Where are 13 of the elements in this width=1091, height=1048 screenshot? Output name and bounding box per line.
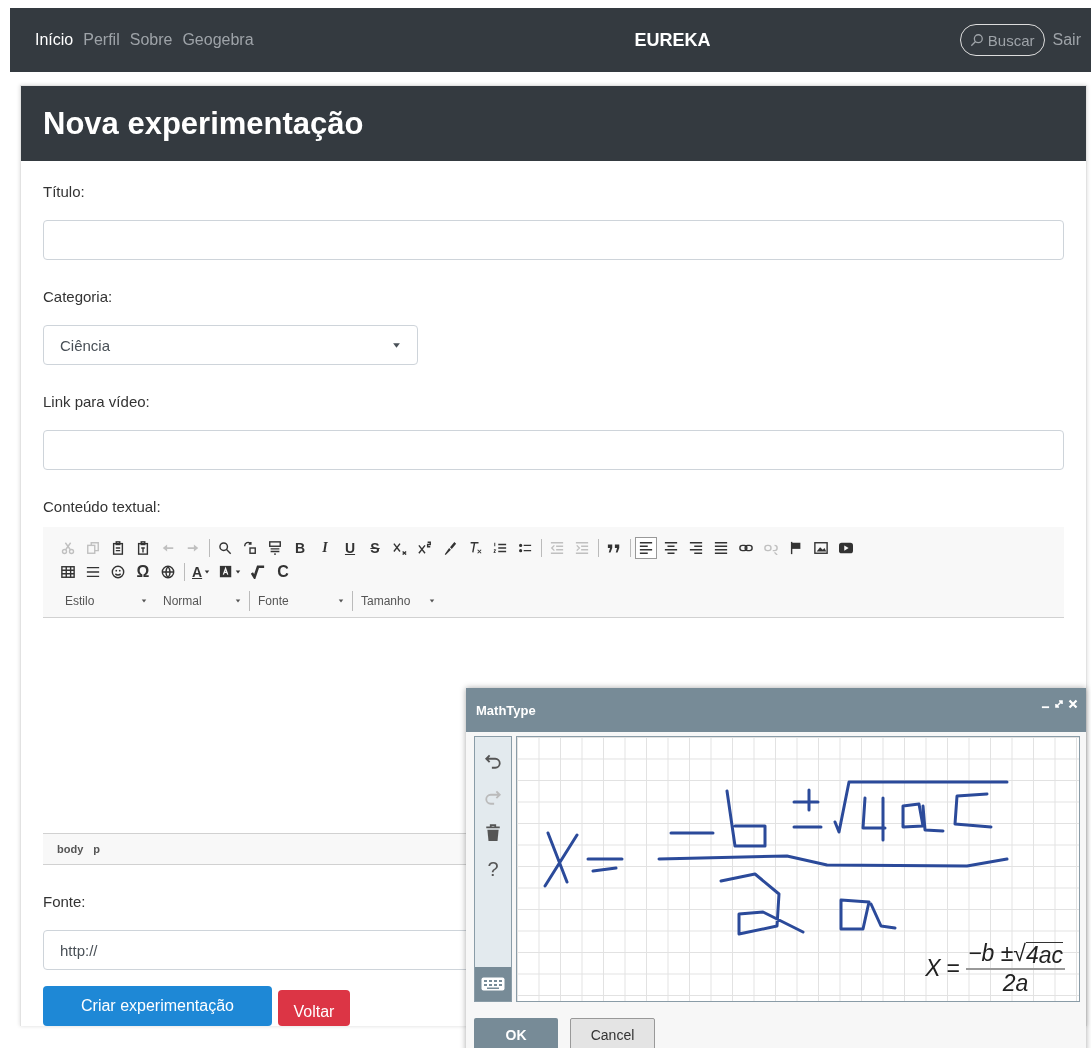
- formula-denominator: 2a: [1002, 970, 1029, 997]
- field-label: Título:: [43, 183, 86, 200]
- field-label: Categoria:: [43, 288, 114, 305]
- formula-variable: X: [925, 955, 941, 982]
- dialog-title: MathType: [476, 702, 536, 718]
- radical-sign: √: [1013, 940, 1026, 967]
- field-label: Conteúdo textual:: [43, 498, 162, 515]
- page-heading: Nova experimentação: [21, 86, 1086, 161]
- field-label: Fonte:: [43, 893, 87, 910]
- formula-numerator: −b ±: [968, 940, 1014, 967]
- formula-radicand: 4ac: [1025, 941, 1063, 967]
- formula-equals: =: [946, 955, 961, 982]
- field-label: Link para vídeo:: [43, 393, 151, 410]
